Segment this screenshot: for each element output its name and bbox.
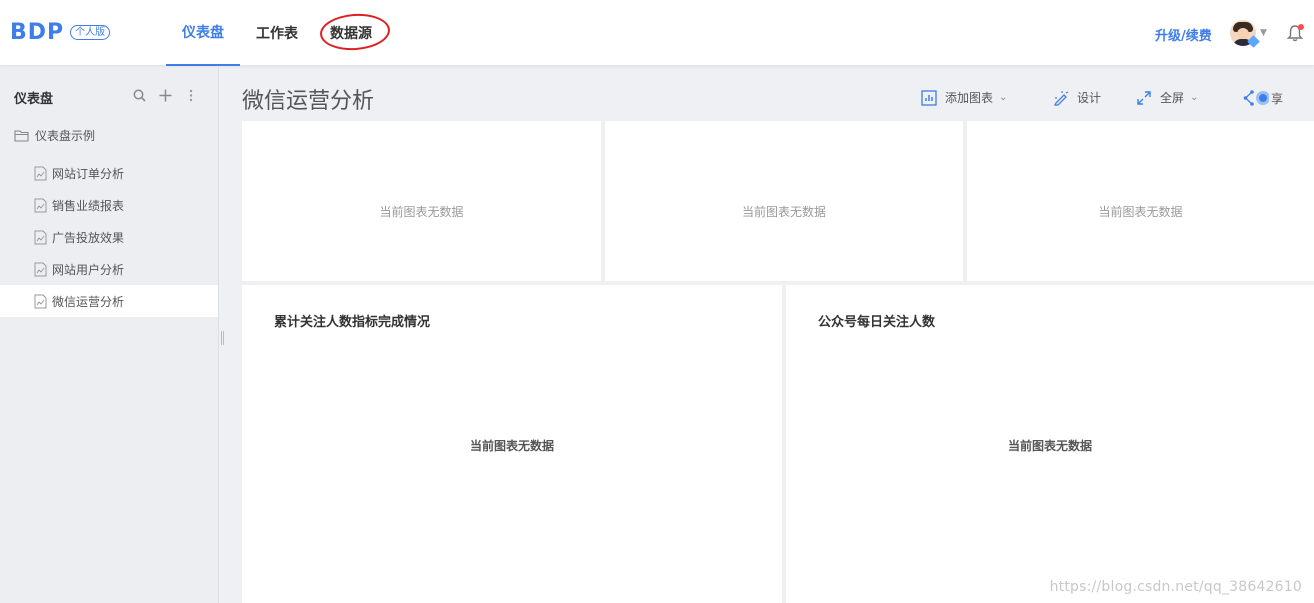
edition-badge: 个人版 — [70, 25, 111, 40]
empty-chart-message: 当前图表无数据 — [741, 205, 826, 219]
more-icon[interactable] — [178, 88, 204, 106]
main-nav: 仪表盘 工作表 数据源 — [166, 0, 388, 66]
sidebar-item-website-users[interactable]: 网站用户分析 — [0, 253, 218, 285]
sidebar-item-ad-performance[interactable]: 广告投放效果 — [0, 221, 218, 253]
fullscreen-label: 全屏 — [1160, 91, 1185, 105]
dashboard-main: 微信运营分析 添加图表 ⌄ 设计 全屏 ⌄ 享 当前图表无数据 当前图表无数据 … — [225, 67, 1314, 603]
design-button[interactable]: 设计 — [1053, 89, 1101, 106]
chevron-down-icon[interactable]: ▼ — [1260, 28, 1267, 38]
empty-chart-message: 当前图表无数据 — [1007, 439, 1092, 453]
add-chart-label: 添加图表 — [945, 91, 994, 105]
top-header: BDP 个人版 仪表盘 工作表 数据源 升级/续费 ▼ — [0, 0, 1314, 66]
folder-icon — [14, 129, 29, 142]
sidebar-item-label: 网站订单分析 — [52, 166, 125, 181]
logo-text: BDP — [10, 20, 65, 45]
sidebar-item-label: 广告投放效果 — [52, 230, 125, 245]
sidebar-item-label: 销售业绩报表 — [52, 198, 125, 213]
sidebar-header: 仪表盘 — [0, 67, 218, 127]
folder-dashboard-examples[interactable]: 仪表盘示例 — [0, 125, 218, 145]
sidebar-item-website-orders[interactable]: 网站订单分析 — [0, 157, 218, 189]
sidebar-title: 仪表盘 — [14, 91, 54, 107]
sidebar-resize-handle[interactable] — [221, 331, 224, 345]
sidebar-item-label: 网站用户分析 — [52, 262, 125, 277]
design-label: 设计 — [1077, 91, 1102, 105]
chart-card-2[interactable]: 当前图表无数据 — [605, 121, 963, 281]
empty-chart-message: 当前图表无数据 — [1098, 205, 1183, 219]
card-title: 公众号每日关注人数 — [818, 315, 936, 330]
empty-chart-message: 当前图表无数据 — [379, 205, 464, 219]
sidebar-item-label: 微信运营分析 — [52, 294, 125, 309]
folder-label: 仪表盘示例 — [35, 128, 96, 143]
share-icon — [1243, 90, 1269, 106]
share-label: 享 — [1271, 91, 1284, 106]
design-pen-icon — [1053, 90, 1069, 106]
tab-dashboard[interactable]: 仪表盘 — [166, 0, 240, 66]
fullscreen-button[interactable]: 全屏 ⌄ — [1136, 89, 1198, 106]
sidebar-item-sales-report[interactable]: 销售业绩报表 — [0, 189, 218, 221]
sidebar-item-wechat-ops[interactable]: 微信运营分析 — [0, 285, 218, 317]
bar-chart-icon — [921, 89, 937, 106]
chart-card-3[interactable]: 当前图表无数据 — [967, 121, 1314, 281]
chart-card-cumulative-followers[interactable]: 累计关注人数指标完成情况 当前图表无数据 — [242, 285, 782, 603]
sidebar: 仪表盘 仪表盘示例 网站订单分析 销售业绩报表 广告投放效果 网站用户分析 微信… — [0, 67, 219, 603]
dashboard-list: 网站订单分析 销售业绩报表 广告投放效果 网站用户分析 微信运营分析 — [0, 157, 218, 317]
page-title: 微信运营分析 — [242, 89, 375, 114]
chevron-down-icon: ⌄ — [999, 92, 1008, 103]
upgrade-link[interactable]: 升级/续费 — [1155, 25, 1212, 44]
chart-file-icon — [34, 230, 47, 244]
chart-card-daily-followers[interactable]: 公众号每日关注人数 当前图表无数据 — [786, 285, 1314, 603]
empty-chart-message: 当前图表无数据 — [469, 439, 554, 453]
notification-dot — [1298, 24, 1304, 30]
tab-worksheet[interactable]: 工作表 — [240, 0, 314, 66]
share-button[interactable]: 享 — [1243, 89, 1283, 107]
add-chart-button[interactable]: 添加图表 ⌄ — [921, 89, 1007, 106]
chart-file-icon — [34, 294, 47, 308]
fullscreen-icon — [1137, 90, 1151, 105]
chevron-down-icon: ⌄ — [1190, 92, 1199, 103]
chart-card-1[interactable]: 当前图表无数据 — [242, 121, 601, 281]
card-title: 累计关注人数指标完成情况 — [274, 315, 431, 330]
logo[interactable]: BDP 个人版 — [10, 20, 111, 45]
add-icon[interactable] — [152, 88, 178, 106]
chart-file-icon — [34, 198, 47, 212]
chart-file-icon — [34, 262, 47, 276]
chart-file-icon — [34, 166, 47, 180]
watermark: https://blog.csdn.net/qq_38642610 — [1049, 579, 1302, 595]
tab-datasource[interactable]: 数据源 — [314, 0, 388, 66]
search-icon[interactable] — [126, 88, 152, 106]
